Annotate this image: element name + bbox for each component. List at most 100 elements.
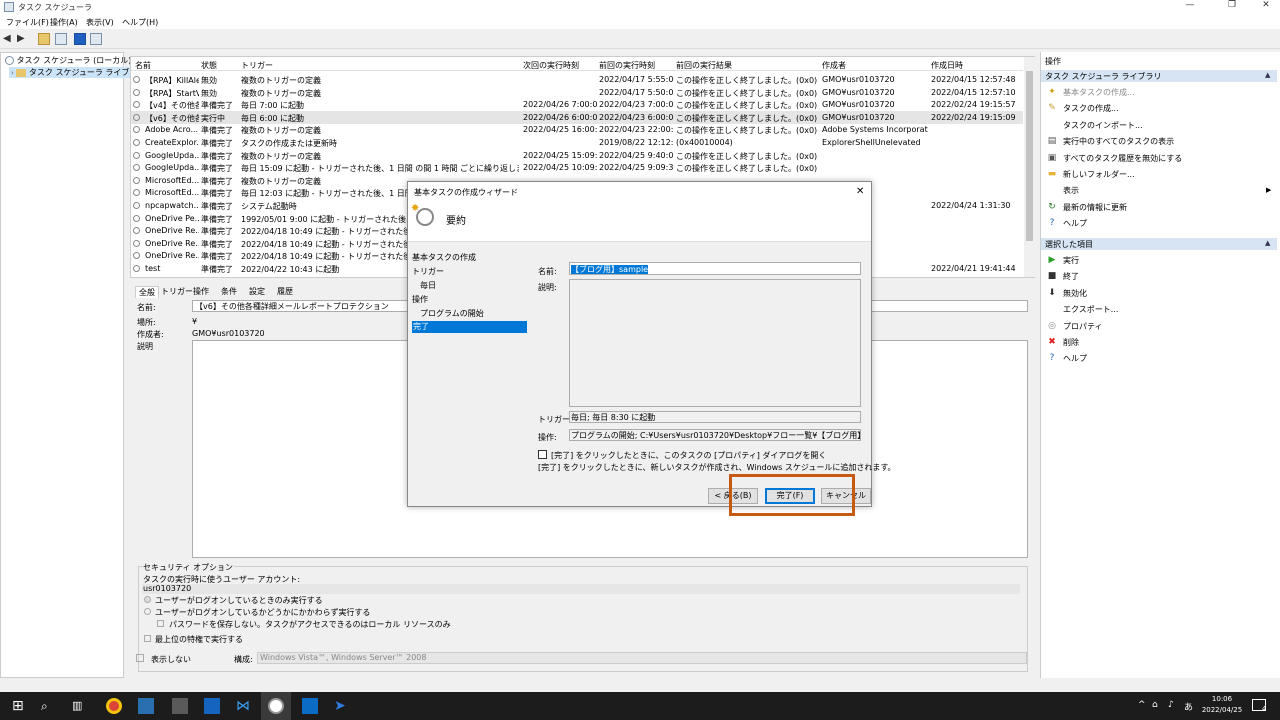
- library-section-header[interactable]: タスク スケジューラ ライブラリ ▲: [1041, 70, 1277, 82]
- step-trigger: トリガー: [412, 267, 444, 276]
- tree-root[interactable]: タスク スケジューラ (ローカル): [5, 55, 131, 66]
- task-view-icon[interactable]: ▥: [72, 698, 88, 714]
- action-items1-5[interactable]: ▬ 新しいフォルダー...: [1047, 168, 1275, 180]
- table-row[interactable]: 【v4】その他各...準備完了毎日 7:00 に起動 2022/04/26 7:0…: [131, 98, 1023, 111]
- back-arrow-icon[interactable]: ◀: [3, 33, 11, 44]
- task-clock-icon: [133, 176, 140, 184]
- collapse-icon[interactable]: ▲: [1265, 239, 1270, 247]
- app-icon-1[interactable]: [138, 698, 154, 714]
- blank-icon: [1047, 304, 1057, 314]
- action-items1-3[interactable]: ▤ 実行中のすべてのタスクの表示: [1047, 135, 1275, 147]
- table-row[interactable]: Adobe Acro... 準備完了 複数のトリガーの定義 2022/04/25 16…: [131, 123, 1023, 136]
- cell-status: 準備完了: [201, 101, 233, 111]
- show-hide-action-pane-icon[interactable]: [90, 33, 102, 45]
- clock-time[interactable]: 10:06: [1200, 695, 1244, 703]
- highest-privileges-checkbox[interactable]: [144, 635, 151, 642]
- scrollbar-thumb[interactable]: [1026, 71, 1033, 241]
- table-row[interactable]: 【RPA】StartV...無効 複数のトリガーの定義 2022/04/17 5:5…: [131, 86, 1023, 99]
- cell-last: 2019/08/22 12:12:02: [599, 138, 674, 147]
- radio-any-logon[interactable]: [144, 608, 151, 615]
- selected-section-header[interactable]: 選択した項目 ▲: [1041, 238, 1277, 250]
- task-list-scrollbar[interactable]: [1024, 57, 1035, 277]
- menu-view[interactable]: 表示(V): [86, 17, 114, 28]
- app-icon: [4, 2, 14, 12]
- start-windows-icon[interactable]: ⊞: [12, 698, 28, 714]
- open-properties-checkbox[interactable]: [538, 450, 547, 459]
- config-select[interactable]: Windows Vista™, Windows Server™ 2008: [257, 652, 1027, 664]
- tray-chevron-icon[interactable]: ^: [1138, 700, 1146, 710]
- wizard-desc-field[interactable]: [569, 279, 861, 407]
- table-row[interactable]: 【v6】その他各...実行中 毎日 6:00 に起動 2022/04/26 6:00…: [131, 110, 1023, 124]
- col-trigger[interactable]: トリガー: [241, 60, 273, 71]
- help-toolbar-icon[interactable]: [74, 33, 86, 45]
- cell-trigger: 複数のトリガーの定義: [241, 88, 321, 98]
- no-password-checkbox[interactable]: [157, 620, 164, 627]
- cell-author: GMO¥usr0103720: [822, 100, 895, 110]
- col-created[interactable]: 作成日時: [931, 60, 963, 71]
- radio-logon-only[interactable]: [144, 596, 151, 603]
- action-items2-2[interactable]: ⬇ 無効化: [1047, 287, 1275, 299]
- menu-file[interactable]: ファイル(F): [6, 17, 49, 28]
- tab-actions[interactable]: 操作: [193, 286, 209, 297]
- action-items1-7[interactable]: ↻ 最新の情報に更新: [1047, 201, 1275, 213]
- app-icon-2[interactable]: [172, 698, 188, 714]
- action-items2-0[interactable]: ▶ 実行: [1047, 254, 1275, 266]
- action-items2-1[interactable]: ■ 終了: [1047, 270, 1275, 282]
- chrome-icon[interactable]: [106, 698, 122, 714]
- action-items1-1[interactable]: ✎ タスクの作成...: [1047, 102, 1275, 114]
- history-icon: ▣: [1047, 152, 1057, 163]
- table-row[interactable]: GoogleUpda... 準備完了 毎日 15:09 に起動 - トリガーされた後…: [131, 161, 1023, 174]
- forward-arrow-icon[interactable]: ▶: [17, 33, 25, 44]
- col-last-result[interactable]: 前回の実行結果: [676, 60, 732, 71]
- network-icon[interactable]: ⌂: [1152, 700, 1158, 710]
- close-button[interactable]: ✕: [1246, 0, 1280, 14]
- cell-author: ExplorerShellUnelevated: [822, 138, 921, 147]
- menu-help[interactable]: ヘルプ(H): [122, 17, 158, 28]
- power-automate-icon[interactable]: ➤: [334, 698, 350, 714]
- powershell-icon[interactable]: [204, 698, 220, 714]
- tab-history[interactable]: 履歴: [277, 286, 293, 297]
- app-icon-3[interactable]: [302, 698, 318, 714]
- action-items1-6[interactable]: 表示: [1047, 184, 1275, 196]
- table-row[interactable]: 【RPA】KillAlert無効 複数のトリガーの定義 2022/04/17 5:5…: [131, 73, 1023, 86]
- dialog-close-icon[interactable]: ✕: [856, 186, 864, 197]
- table-row[interactable]: CreateExplor... 準備完了 タスクの作成または更新時 2019/08/2…: [131, 136, 1023, 149]
- tab-triggers[interactable]: トリガー: [161, 286, 193, 297]
- tab-settings[interactable]: 設定: [249, 286, 265, 297]
- col-name[interactable]: 名前: [135, 60, 151, 71]
- col-last-run[interactable]: 前回の実行時刻: [599, 60, 655, 71]
- action-items1-0[interactable]: ✦ 基本タスクの作成...: [1047, 86, 1275, 98]
- vscode-icon[interactable]: ⋈: [236, 698, 252, 714]
- action-label: ヘルプ: [1063, 354, 1087, 364]
- tree-library[interactable]: › タスク スケジューラ ライブラリ: [9, 67, 148, 78]
- action-items2-3[interactable]: エクスポート...: [1047, 303, 1275, 315]
- search-icon[interactable]: ⌕: [41, 698, 57, 714]
- task-list-header: 名前 状態 トリガー 次回の実行時刻 前回の実行時刻 前回の実行結果 作成者 作…: [131, 57, 1023, 71]
- collapse-icon[interactable]: ▲: [1265, 71, 1270, 79]
- action-items2-5[interactable]: ✖ 削除: [1047, 336, 1275, 348]
- volume-icon[interactable]: ♪: [1168, 700, 1174, 710]
- ime-icon[interactable]: あ: [1184, 700, 1193, 713]
- menu-action[interactable]: 操作(A): [50, 17, 78, 28]
- tab-conditions[interactable]: 条件: [221, 286, 237, 297]
- task-clock-icon: [133, 101, 140, 109]
- minimize-button[interactable]: —: [1170, 0, 1210, 14]
- account-field: usr0103720: [142, 584, 1020, 594]
- table-row[interactable]: GoogleUpda... 準備完了 複数のトリガーの定義 2022/04/25 15…: [131, 149, 1023, 162]
- up-folder-icon[interactable]: [38, 33, 50, 45]
- clock-date[interactable]: 2022/04/25: [1200, 706, 1244, 714]
- expand-icon[interactable]: ›: [11, 69, 14, 77]
- action-items2-4[interactable]: ◎ プロパティ: [1047, 320, 1275, 332]
- action-items1-2[interactable]: タスクのインポート...: [1047, 119, 1275, 131]
- properties-icon: ◎: [1048, 320, 1056, 331]
- action-items1-4[interactable]: ▣ すべてのタスク履歴を無効にする: [1047, 152, 1275, 164]
- col-status[interactable]: 状態: [201, 60, 217, 71]
- wizard-name-field[interactable]: 【ブログ用】sample: [569, 262, 861, 275]
- task-scheduler-taskbar-button[interactable]: [261, 692, 291, 720]
- action-items1-8[interactable]: ? ヘルプ: [1047, 217, 1275, 229]
- col-author[interactable]: 作成者: [822, 60, 846, 71]
- col-next-run[interactable]: 次回の実行時刻: [523, 60, 579, 71]
- hidden-checkbox[interactable]: [136, 654, 144, 662]
- action-items2-6[interactable]: ? ヘルプ: [1047, 352, 1275, 364]
- show-hide-tree-icon[interactable]: [55, 33, 67, 45]
